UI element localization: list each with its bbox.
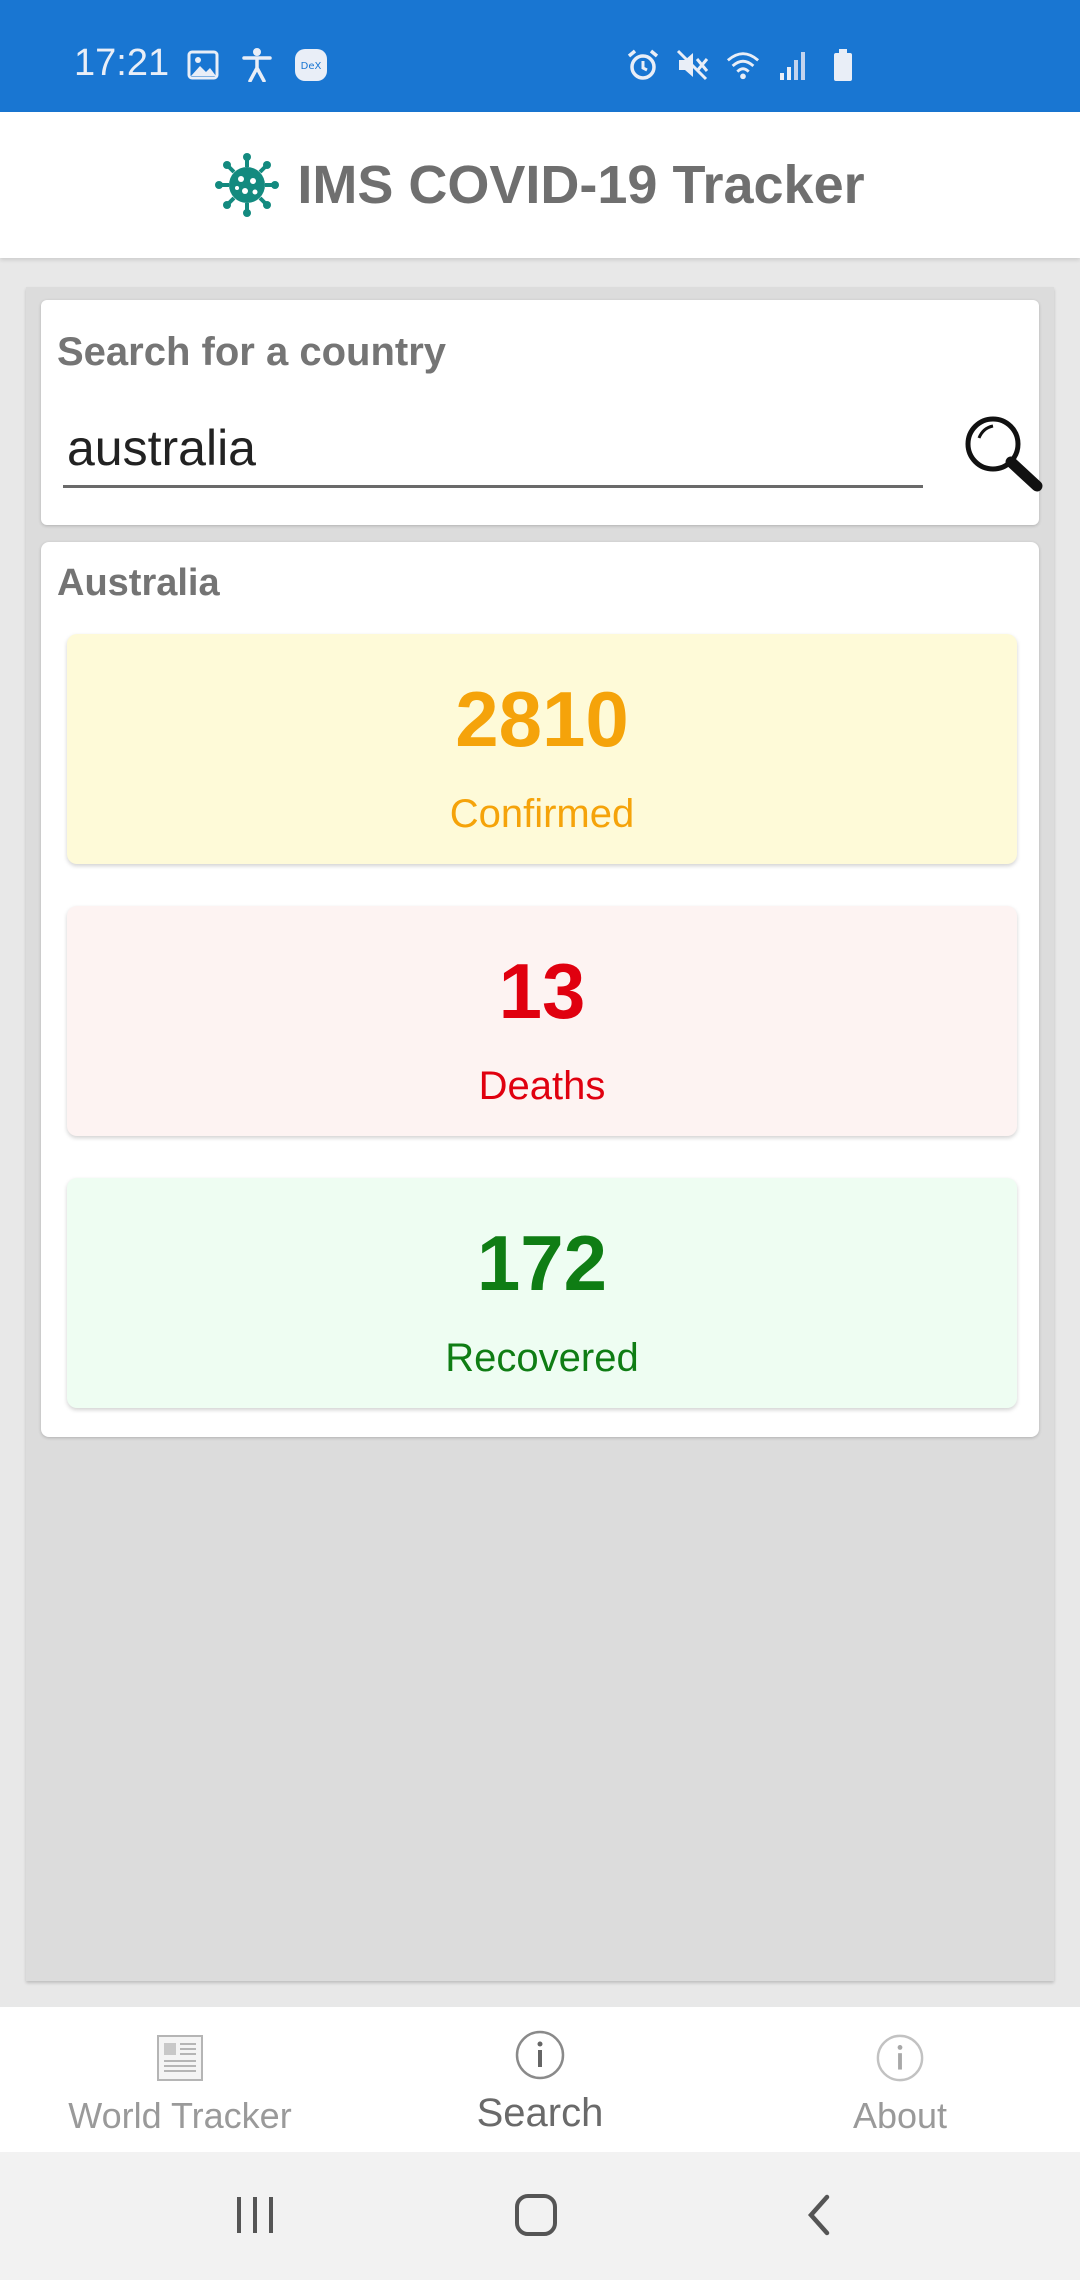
app-title: IMS COVID-19 Tracker	[297, 155, 865, 215]
accessibility-icon	[240, 48, 274, 82]
recovered-card: 172 Recovered	[67, 1178, 1017, 1408]
nav-item-world-tracker[interactable]: World Tracker	[0, 2007, 360, 2152]
wifi-icon	[726, 48, 760, 82]
content-area: Search for a country Australia 2810 Conf…	[26, 287, 1054, 1981]
back-icon	[803, 2193, 833, 2242]
app-header: IMS COVID-19 Tracker	[0, 112, 1080, 258]
confirmed-value: 2810	[455, 675, 629, 763]
status-left-icons: DeX	[186, 48, 328, 82]
nav-label-about: About	[852, 2095, 948, 2136]
dex-icon: DeX	[294, 48, 328, 82]
status-time: 17:21	[74, 42, 170, 84]
nav-label-world-tracker: World Tracker	[68, 2095, 292, 2136]
info-icon	[875, 2033, 925, 2088]
status-right-icons	[626, 48, 860, 82]
back-button[interactable]	[788, 2192, 848, 2242]
search-card: Search for a country	[41, 300, 1043, 525]
search-input[interactable]	[63, 410, 923, 488]
nav-label-search: Search	[476, 2091, 604, 2135]
image-icon	[186, 48, 220, 82]
virus-icon	[215, 153, 280, 217]
recents-button[interactable]	[225, 2192, 285, 2242]
battery-icon	[826, 48, 860, 82]
bottom-nav: World Tracker Search About	[0, 2007, 1080, 2152]
system-nav-bar	[0, 2152, 1080, 2280]
status-bar: 17:21 DeX	[0, 0, 1080, 112]
recovered-value: 172	[476, 1219, 608, 1307]
mute-icon	[676, 48, 710, 82]
result-card: Australia 2810 Confirmed 13 Deaths 172 R…	[41, 542, 1039, 1437]
home-icon	[513, 2192, 559, 2243]
nav-item-about[interactable]: About	[720, 2007, 1080, 2152]
recovered-label: Recovered	[445, 1336, 639, 1380]
search-button[interactable]	[961, 412, 1043, 494]
confirmed-label: Confirmed	[449, 792, 635, 836]
search-icon	[961, 416, 1043, 498]
signal-icon	[776, 48, 810, 82]
dex-badge-text: DeX	[301, 61, 322, 72]
recents-icon	[233, 2195, 277, 2240]
search-label: Search for a country	[57, 330, 447, 374]
alarm-icon	[626, 48, 660, 82]
country-name: Australia	[57, 562, 220, 604]
info-icon	[514, 2029, 566, 2086]
home-button[interactable]	[506, 2192, 566, 2242]
deaths-label: Deaths	[478, 1064, 606, 1108]
deaths-value: 13	[498, 947, 586, 1035]
deaths-card: 13 Deaths	[67, 906, 1017, 1136]
newspaper-icon	[155, 2033, 205, 2088]
nav-item-search[interactable]: Search	[360, 2007, 720, 2152]
confirmed-card: 2810 Confirmed	[67, 634, 1017, 864]
